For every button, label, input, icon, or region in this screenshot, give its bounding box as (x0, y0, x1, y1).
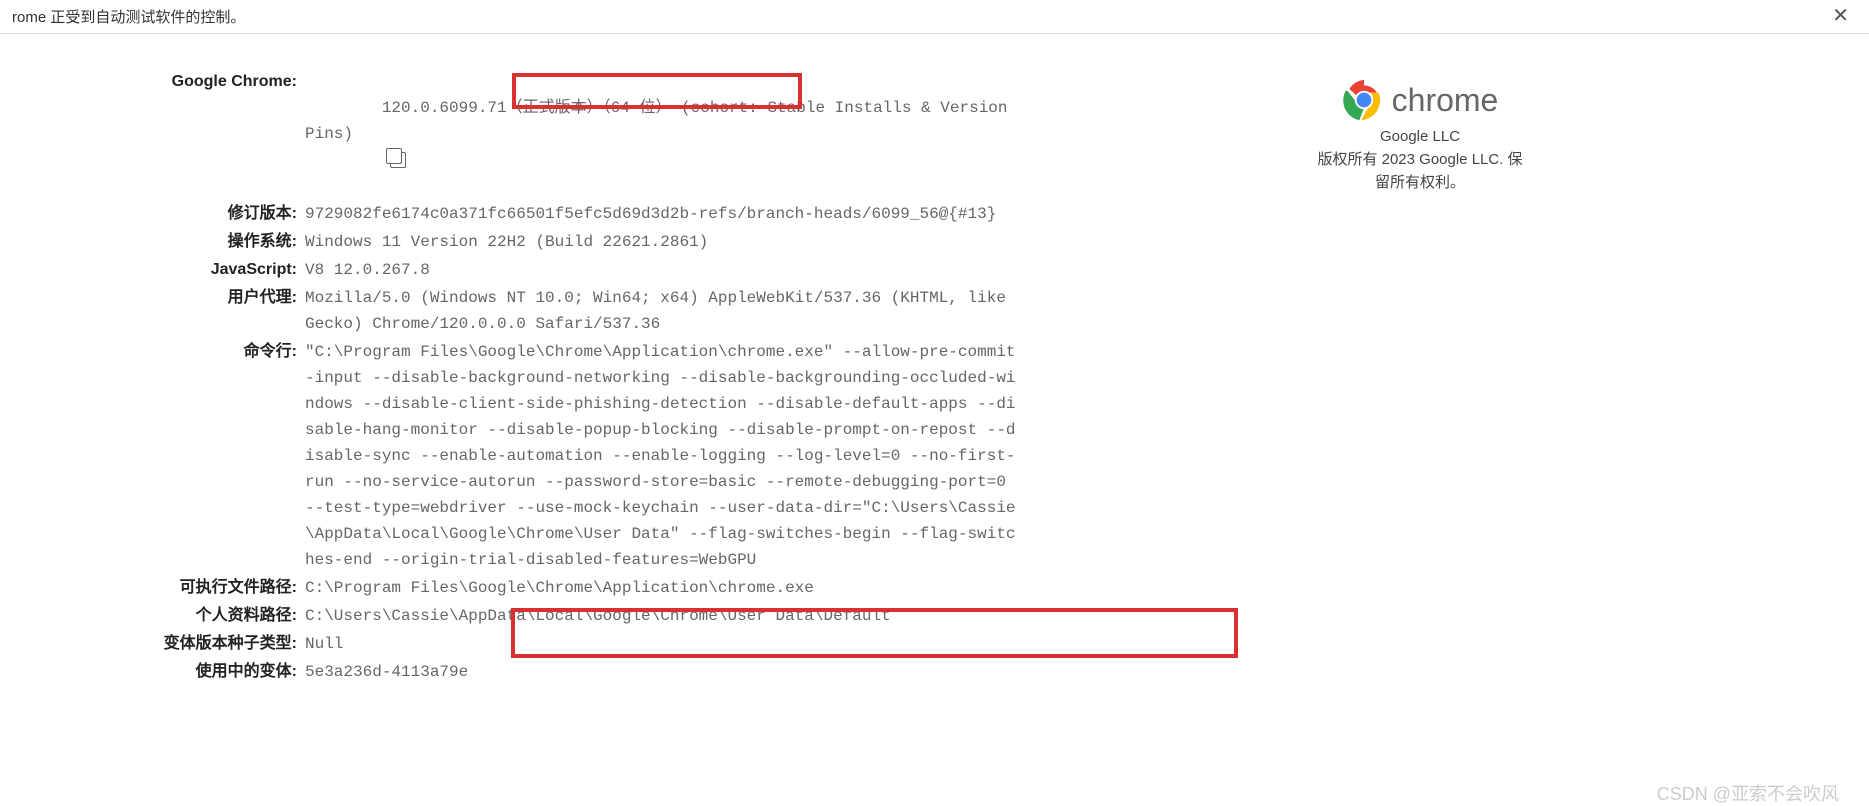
value-variations: 5e3a236d-4113a79e (305, 659, 468, 685)
row-javascript: JavaScript: V8 12.0.267.8 (305, 257, 1325, 283)
row-useragent: 用户代理: Mozilla/5.0 (Windows NT 10.0; Win6… (305, 285, 1325, 337)
value-os: Windows 11 Version 22H2 (Build 22621.286… (305, 229, 708, 255)
label-chrome: Google Chrome: (105, 69, 305, 95)
version-info-table: Google Chrome: 120.0.6099.71（正式版本）（64 位）… (305, 69, 1325, 687)
label-profile-path: 个人资料路径: (105, 603, 305, 629)
row-profile-path: 个人资料路径: C:\Users\Cassie\AppData\Local\Go… (305, 603, 1325, 629)
row-chrome: Google Chrome: 120.0.6099.71（正式版本）（64 位）… (305, 69, 1325, 199)
label-executable-path: 可执行文件路径: (105, 575, 305, 601)
copyright-text: 版权所有 2023 Google LLC. 保留所有权利。 (1310, 149, 1530, 194)
automation-message: rome 正受到自动测试软件的控制。 (12, 9, 245, 26)
value-commandline: "C:\Program Files\Google\Chrome\Applicat… (305, 339, 1025, 573)
row-executable-path: 可执行文件路径: C:\Program Files\Google\Chrome\… (305, 575, 1325, 601)
label-seed-type: 变体版本种子类型: (105, 631, 305, 657)
row-os: 操作系统: Windows 11 Version 22H2 (Build 226… (305, 229, 1325, 255)
label-useragent: 用户代理: (105, 285, 305, 311)
company-name: Google LLC (1310, 128, 1530, 145)
value-chrome: 120.0.6099.71（正式版本）（64 位） (cohort: Stabl… (305, 69, 1025, 199)
row-revision: 修订版本: 9729082fe6174c0a371fc66501f5efc5d6… (305, 201, 1325, 227)
row-variations: 使用中的变体: 5e3a236d-4113a79e (305, 659, 1325, 685)
chrome-logo-icon (1342, 78, 1386, 122)
value-executable-path: C:\Program Files\Google\Chrome\Applicati… (305, 575, 814, 601)
label-revision: 修订版本: (105, 201, 305, 227)
value-useragent: Mozilla/5.0 (Windows NT 10.0; Win64; x64… (305, 285, 1025, 337)
label-variations: 使用中的变体: (105, 659, 305, 685)
copy-icon[interactable] (390, 152, 406, 168)
watermark-text: CSDN @亚索不会吹风 (1657, 780, 1839, 806)
chrome-logo-text: chrome (1392, 82, 1499, 119)
value-profile-path: C:\Users\Cassie\AppData\Local\Google\Chr… (305, 603, 891, 629)
label-commandline: 命令行: (105, 339, 305, 365)
close-icon[interactable]: ✕ (1832, 6, 1849, 26)
value-seed-type: Null (305, 631, 343, 657)
label-javascript: JavaScript: (105, 257, 305, 283)
value-javascript: V8 12.0.267.8 (305, 257, 430, 283)
chrome-logo-block: chrome Google LLC 版权所有 2023 Google LLC. … (1310, 78, 1530, 194)
value-revision: 9729082fe6174c0a371fc66501f5efc5d69d3d2b… (305, 201, 996, 227)
label-os: 操作系统: (105, 229, 305, 255)
row-seed-type: 变体版本种子类型: Null (305, 631, 1325, 657)
automation-banner: rome 正受到自动测试软件的控制。 ✕ (0, 0, 1869, 34)
row-commandline: 命令行: "C:\Program Files\Google\Chrome\App… (305, 339, 1325, 573)
